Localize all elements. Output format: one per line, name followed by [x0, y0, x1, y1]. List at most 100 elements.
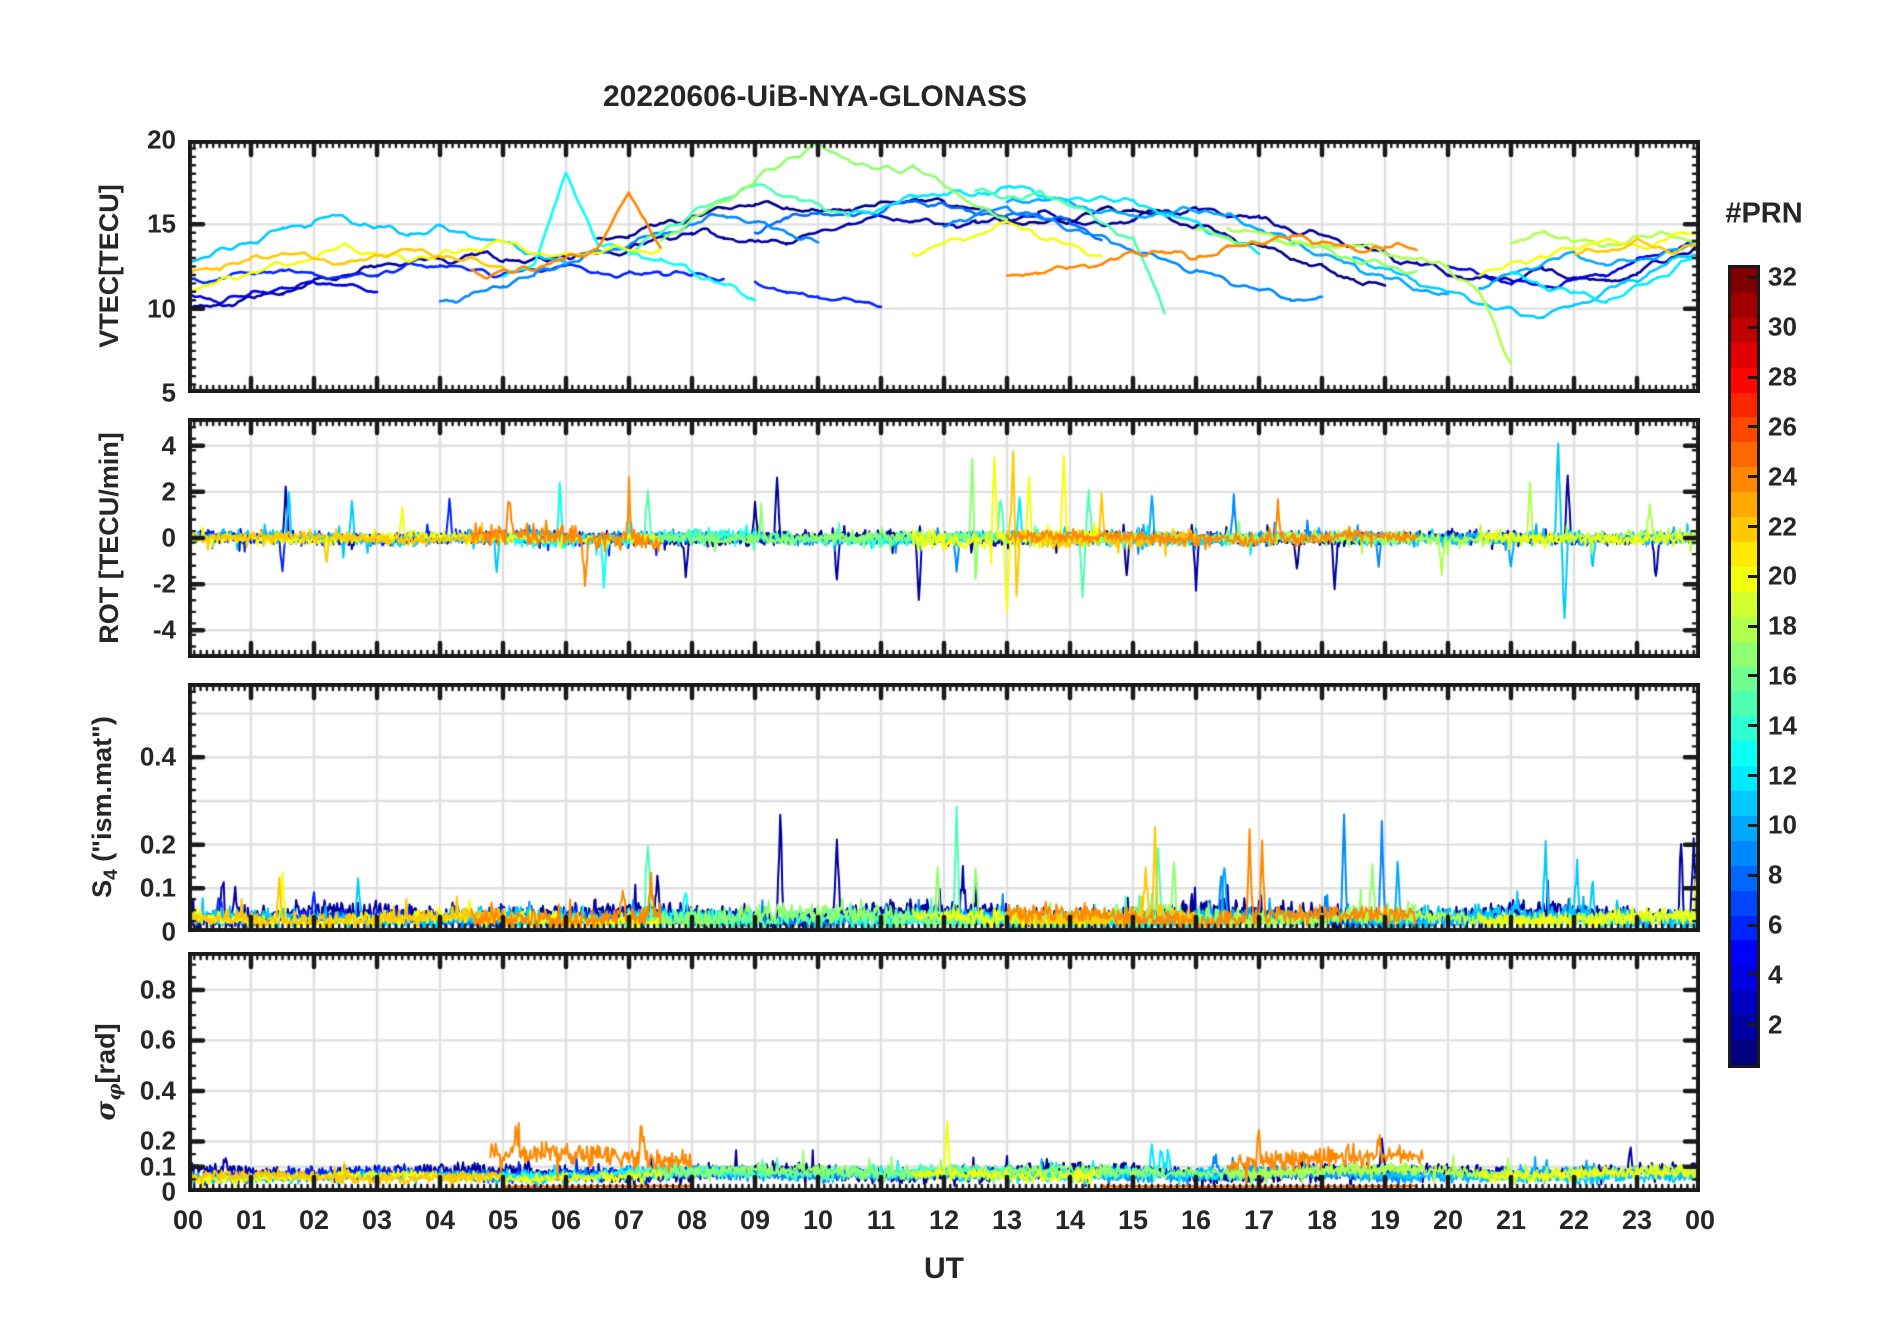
colorbar-band — [1731, 1015, 1757, 1041]
y-tick-label: 15 — [147, 208, 176, 239]
x-tick-label: 01 — [235, 1205, 267, 1235]
colorbar-band — [1731, 616, 1757, 642]
colorbar-band — [1731, 541, 1757, 567]
colorbar-tick — [1748, 923, 1757, 927]
x-tick-label: 22 — [1558, 1205, 1590, 1235]
colorbar-band — [1731, 940, 1757, 966]
x-tick-label: 20 — [1432, 1205, 1464, 1235]
colorbar-title: #PRN — [1725, 197, 1803, 230]
colorbar-band — [1731, 766, 1757, 792]
colorbar-band — [1731, 392, 1757, 418]
sigma-y-axis-label-text: σ — [90, 1100, 122, 1121]
colorbar-tick — [1748, 425, 1757, 429]
x-tick-label: 17 — [1243, 1205, 1275, 1235]
colorbar-band — [1731, 268, 1757, 293]
x-tick-label: 21 — [1495, 1205, 1527, 1235]
colorbar-tick — [1748, 375, 1757, 379]
x-tick-label: 05 — [487, 1205, 519, 1235]
colorbar-band — [1731, 865, 1757, 891]
colorbar-tick-label: 14 — [1768, 710, 1797, 741]
y-tick-label: 0.4 — [139, 1075, 176, 1106]
colorbar-band — [1731, 716, 1757, 742]
x-tick-label: 23 — [1621, 1205, 1653, 1235]
colorbar-band — [1731, 442, 1757, 468]
y-tick-label: 10 — [147, 293, 176, 324]
y-tick-label: 4 — [161, 430, 176, 461]
x-axis-title: UT — [924, 1252, 964, 1285]
colorbar-tick-label: 12 — [1768, 760, 1797, 791]
x-tick-label: 03 — [361, 1205, 393, 1235]
colorbar-tick-label: 18 — [1768, 610, 1797, 641]
s4-y-axis-label-text: S — [86, 879, 117, 898]
colorbar-tick — [1748, 325, 1757, 329]
colorbar-band — [1731, 492, 1757, 518]
colorbar-tick-label: 8 — [1768, 859, 1783, 890]
colorbar-band — [1731, 566, 1757, 592]
y-tick-label: 2 — [161, 476, 176, 507]
colorbar-band — [1731, 890, 1757, 916]
chart-title: 20220606-UiB-NYA-GLONASS — [602, 80, 1028, 113]
x-tick-label: 13 — [991, 1205, 1023, 1235]
colorbar-band — [1731, 741, 1757, 767]
colorbar-tick-label: 16 — [1768, 660, 1797, 691]
colorbar-band — [1731, 417, 1757, 443]
colorbar-tick-label: 4 — [1768, 959, 1783, 990]
colorbar-band — [1731, 367, 1757, 393]
x-tick-label: 00 — [172, 1205, 204, 1235]
colorbar-band — [1731, 317, 1757, 343]
sigma-phi-y-axis-label: σφ[rad] — [90, 1023, 126, 1121]
colorbar-band — [1731, 791, 1757, 816]
y-tick-label: 0.4 — [139, 741, 176, 772]
y-tick-label: 0.8 — [139, 974, 176, 1005]
colorbar-tick-label: 2 — [1768, 1009, 1783, 1040]
y-tick-label: 0.2 — [139, 1125, 176, 1156]
prn-colorbar — [1728, 265, 1760, 1068]
sigma-phi-panel — [188, 952, 1700, 1192]
rot-plot-canvas — [188, 418, 1700, 658]
y-tick-label: 0.2 — [139, 829, 176, 860]
x-tick-label: 16 — [1180, 1205, 1212, 1235]
colorbar-tick — [1748, 774, 1757, 778]
colorbar-band — [1731, 840, 1757, 866]
x-tick-label: 07 — [613, 1205, 645, 1235]
colorbar-tick — [1748, 525, 1757, 529]
x-tick-label: 18 — [1306, 1205, 1338, 1235]
colorbar-tick-label: 30 — [1768, 311, 1797, 342]
colorbar-tick-label: 28 — [1768, 361, 1797, 392]
colorbar-tick — [1748, 724, 1757, 728]
x-tick-label: 12 — [928, 1205, 960, 1235]
x-tick-label: 19 — [1369, 1205, 1401, 1235]
colorbar-band — [1731, 342, 1757, 368]
colorbar-tick — [1748, 1023, 1757, 1027]
colorbar-tick-label: 20 — [1768, 560, 1797, 591]
colorbar-band — [1731, 517, 1757, 542]
colorbar-tick-label: 26 — [1768, 411, 1797, 442]
colorbar-band — [1731, 467, 1757, 493]
y-tick-label: 0 — [161, 522, 176, 553]
colorbar-band — [1731, 815, 1757, 841]
colorbar-tick-label: 10 — [1768, 809, 1797, 840]
colorbar-band — [1731, 691, 1757, 717]
colorbar-band — [1731, 666, 1757, 692]
s4-plot-canvas — [188, 683, 1700, 932]
colorbar-tick — [1748, 574, 1757, 578]
y-tick-label: 0.1 — [139, 872, 176, 903]
vtec-y-axis-label: VTEC[TECU] — [94, 184, 130, 348]
vtec-plot-canvas — [188, 140, 1700, 393]
y-tick-label: -4 — [152, 614, 176, 645]
rot-y-axis-label: ROT [TECU/min] — [94, 432, 130, 643]
x-tick-label: 06 — [550, 1205, 582, 1235]
s4-panel — [188, 683, 1700, 932]
rot-panel — [188, 418, 1700, 658]
y-tick-label: 0.6 — [139, 1024, 176, 1055]
x-tick-label: 04 — [424, 1205, 456, 1235]
colorbar-tick-label: 22 — [1768, 511, 1797, 542]
colorbar-band — [1731, 591, 1757, 617]
vtec-panel — [188, 140, 1700, 393]
y-tick-label: -2 — [152, 568, 176, 599]
colorbar-tick — [1748, 823, 1757, 827]
colorbar-tick — [1748, 873, 1757, 877]
x-tick-label: 10 — [802, 1205, 834, 1235]
y-tick-label: 5 — [161, 377, 176, 408]
s4-y-axis-label: S4 ("ism.mat") — [86, 716, 123, 898]
